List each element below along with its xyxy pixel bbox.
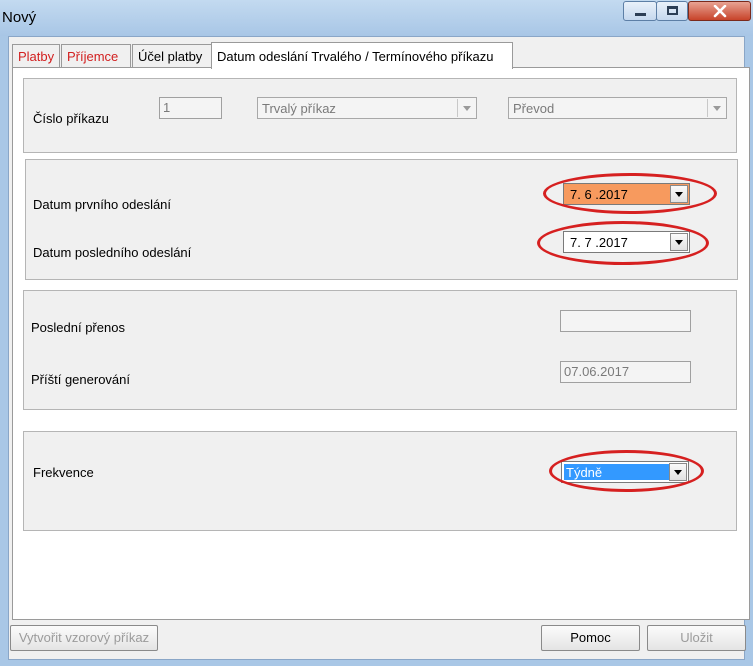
order-type-select[interactable]: Trvalý příkaz bbox=[257, 97, 477, 119]
order-type-value: Trvalý příkaz bbox=[262, 101, 336, 116]
order-kind-dropdown[interactable] bbox=[707, 99, 725, 117]
next-generation-label: Příští generování bbox=[31, 372, 130, 387]
minimize-button[interactable] bbox=[623, 1, 657, 21]
maximize-button[interactable] bbox=[656, 1, 688, 21]
create-template-button[interactable]: Vytvořit vzorový příkaz bbox=[10, 625, 158, 651]
window-title: Nový bbox=[2, 9, 37, 26]
transfer-group bbox=[23, 290, 737, 410]
annotation-ellipse bbox=[543, 173, 717, 214]
chevron-down-icon bbox=[463, 106, 471, 111]
close-button[interactable] bbox=[688, 1, 751, 21]
last-send-date-label: Datum posledního odeslání bbox=[33, 245, 192, 260]
last-transfer-field[interactable] bbox=[560, 310, 691, 332]
annotation-ellipse bbox=[537, 221, 709, 265]
first-send-date-label: Datum prvního odeslání bbox=[33, 197, 172, 212]
save-button[interactable]: Uložit bbox=[647, 625, 746, 651]
close-icon bbox=[713, 5, 727, 18]
maximize-icon bbox=[667, 6, 678, 15]
order-kind-select[interactable]: Převod bbox=[508, 97, 727, 119]
order-number-label: Číslo příkazu bbox=[33, 111, 109, 126]
tab-platby[interactable]: Platby bbox=[12, 44, 60, 68]
order-number-field[interactable]: 1 bbox=[159, 97, 222, 119]
tab-ucel-platby[interactable]: Účel platby bbox=[132, 44, 212, 68]
help-button[interactable]: Pomoc bbox=[541, 625, 640, 651]
last-transfer-label: Poslední přenos bbox=[31, 320, 125, 335]
order-type-dropdown[interactable] bbox=[457, 99, 475, 117]
frequency-label: Frekvence bbox=[33, 465, 94, 480]
tab-datum-odeslani[interactable]: Datum odeslání Trvalého / Termínového př… bbox=[211, 42, 513, 69]
order-kind-value: Převod bbox=[513, 101, 555, 116]
next-generation-field[interactable]: 07.06.2017 bbox=[560, 361, 691, 383]
minimize-icon bbox=[635, 13, 646, 16]
annotation-ellipse bbox=[549, 450, 704, 492]
tab-prijemce[interactable]: Příjemce bbox=[61, 44, 131, 68]
chevron-down-icon bbox=[713, 106, 721, 111]
